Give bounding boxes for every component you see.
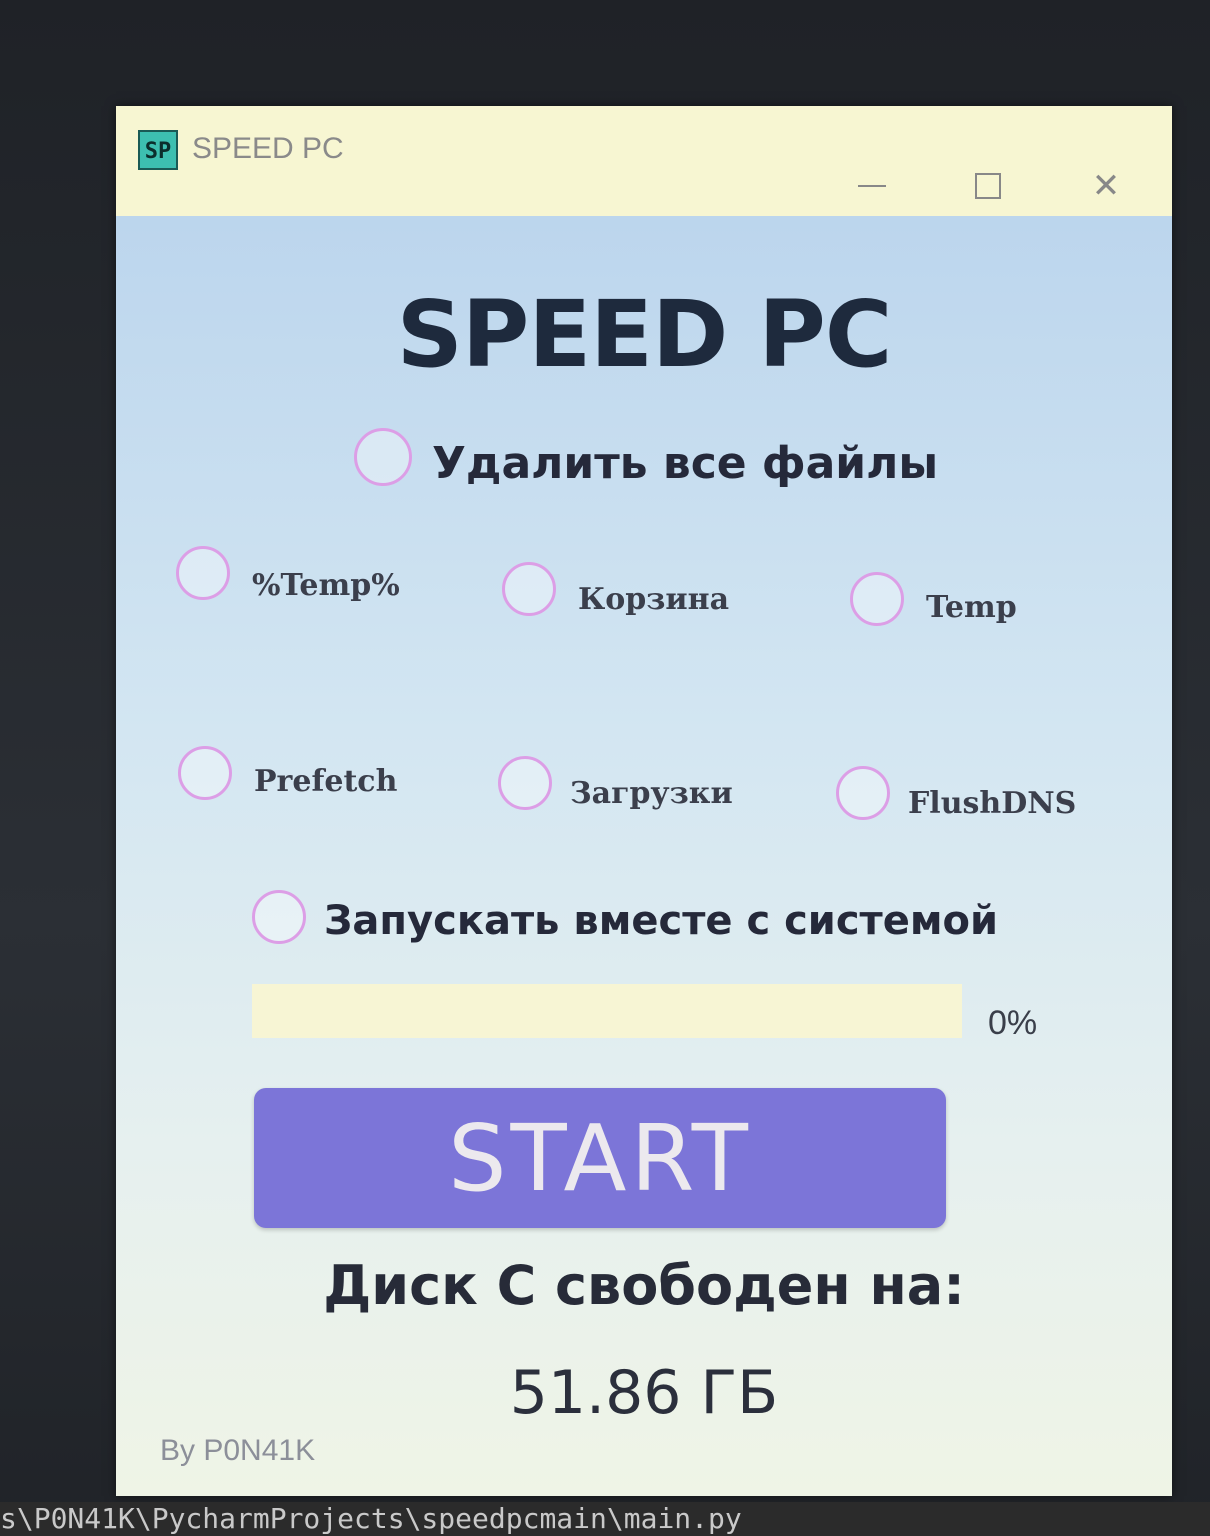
app-heading: SPEED PC: [396, 281, 893, 388]
option-recycle-bin-label[interactable]: Корзина: [578, 582, 729, 617]
option-temp-label[interactable]: Temp: [926, 590, 1017, 625]
app-window: SP SPEED PC ✕ SPEED PC Удалить все файлы…: [116, 106, 1172, 1496]
start-button[interactable]: START: [254, 1088, 946, 1228]
option-downloads-radio[interactable]: [498, 756, 552, 810]
window-title: SPEED PC: [192, 132, 344, 165]
option-temp-env-radio[interactable]: [176, 546, 230, 600]
progress-bar: [252, 984, 962, 1038]
option-flushdns-radio[interactable]: [836, 766, 890, 820]
option-temp-radio[interactable]: [850, 572, 904, 626]
autostart-radio[interactable]: [252, 890, 306, 944]
option-recycle-bin-radio[interactable]: [502, 562, 556, 616]
minimize-icon: [858, 185, 886, 187]
app-logo-icon: SP: [138, 130, 178, 170]
delete-all-radio[interactable]: [354, 428, 412, 486]
option-temp-env-label[interactable]: %Temp%: [252, 568, 400, 603]
minimize-button[interactable]: [842, 156, 902, 216]
option-downloads-label[interactable]: Загрузки: [570, 776, 733, 811]
close-button[interactable]: ✕: [1076, 156, 1136, 216]
autostart-label[interactable]: Запускать вместе с системой: [324, 898, 998, 944]
disk-free-value: 51.86 ГБ: [509, 1358, 779, 1428]
delete-all-label[interactable]: Удалить все файлы: [432, 438, 938, 489]
option-prefetch-radio[interactable]: [178, 746, 232, 800]
maximize-icon: [975, 173, 1001, 199]
progress-percent: 0%: [988, 1004, 1038, 1042]
maximize-button[interactable]: [958, 156, 1018, 216]
close-icon: ✕: [1091, 166, 1121, 206]
option-prefetch-label[interactable]: Prefetch: [254, 764, 397, 799]
terminal-path: s\P0N41K\PycharmProjects\speedpcmain\mai…: [0, 1502, 1210, 1536]
disk-free-label: Диск С свободен на:: [323, 1254, 965, 1317]
option-flushdns-label[interactable]: FlushDNS: [908, 786, 1076, 821]
author-credit: By P0N41K: [160, 1434, 316, 1467]
title-bar[interactable]: SP SPEED PC ✕: [116, 106, 1172, 216]
